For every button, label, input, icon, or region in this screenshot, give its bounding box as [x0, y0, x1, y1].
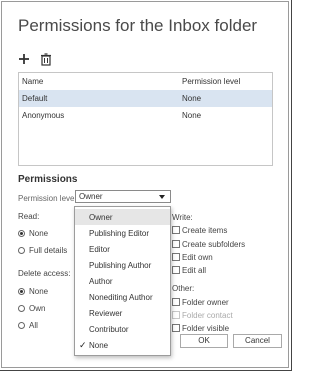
edit-all-checkbox[interactable]: [172, 266, 180, 274]
read-none-label: None: [29, 229, 49, 238]
permission-level-dropdown: Owner Publishing Editor Editor Publishin…: [74, 206, 171, 356]
chevron-down-icon: [159, 195, 165, 199]
menu-item-owner[interactable]: Owner: [75, 209, 170, 225]
plus-icon[interactable]: [17, 52, 31, 66]
row-level: None: [182, 111, 202, 120]
menu-item-nonediting-author[interactable]: Nonediting Author: [75, 289, 170, 305]
delete-access-label: Delete access:: [18, 269, 71, 278]
read-full-details-label: Full details: [29, 246, 68, 255]
menu-item-label: Reviewer: [89, 309, 123, 318]
row-level: None: [182, 94, 202, 103]
dialog-title: Permissions for the Inbox folder: [18, 16, 258, 35]
delete-own-label: Own: [29, 304, 46, 313]
menu-item-label: Author: [89, 277, 113, 286]
read-label: Read:: [18, 212, 40, 221]
menu-item-label: None: [89, 341, 109, 350]
delete-none-label: None: [29, 287, 49, 296]
edit-own-label: Edit own: [182, 253, 213, 262]
folder-visible-checkbox[interactable]: [172, 324, 180, 332]
ok-button[interactable]: OK: [180, 334, 228, 348]
create-subfolders-checkbox[interactable]: [172, 240, 180, 248]
menu-item-label: Contributor: [89, 325, 129, 334]
other-label: Other:: [172, 284, 195, 293]
menu-item-publishing-editor[interactable]: Publishing Editor: [75, 225, 170, 241]
folder-contact-checkbox[interactable]: [172, 311, 180, 319]
edit-all-label: Edit all: [182, 266, 207, 275]
permission-level-label: Permission level:: [18, 194, 79, 203]
menu-item-none[interactable]: ✓ None: [75, 337, 170, 353]
read-full-details-radio[interactable]: [18, 247, 25, 254]
trash-icon[interactable]: [39, 52, 53, 66]
permission-level-value: Owner: [79, 192, 103, 201]
table-header: Name Permission level: [19, 73, 272, 91]
menu-item-author[interactable]: Author: [75, 273, 170, 289]
menu-item-label: Publishing Author: [89, 261, 152, 270]
menu-item-publishing-author[interactable]: Publishing Author: [75, 257, 170, 273]
checkmark-icon: ✓: [79, 340, 87, 350]
menu-item-editor[interactable]: Editor: [75, 241, 170, 257]
menu-item-contributor[interactable]: Contributor: [75, 321, 170, 337]
folder-owner-checkbox[interactable]: [172, 298, 180, 306]
window-edge: [291, 0, 292, 371]
folder-owner-label: Folder owner: [182, 298, 229, 307]
cancel-button[interactable]: Cancel: [233, 334, 282, 348]
menu-item-reviewer[interactable]: Reviewer: [75, 305, 170, 321]
create-items-checkbox[interactable]: [172, 226, 180, 234]
create-items-label: Create items: [182, 226, 228, 235]
edit-own-checkbox[interactable]: [172, 253, 180, 261]
delete-own-radio[interactable]: [18, 305, 25, 312]
write-label: Write:: [172, 213, 193, 222]
folder-contact-label: Folder contact: [182, 311, 233, 320]
permissions-table: Name Permission level Default None Anony…: [18, 72, 273, 166]
folder-visible-label: Folder visible: [182, 324, 230, 333]
column-header-permission-level[interactable]: Permission level: [182, 77, 240, 86]
menu-item-label: Nonediting Author: [89, 293, 153, 302]
row-name: Default: [22, 94, 48, 103]
menu-item-label: Publishing Editor: [89, 229, 150, 238]
table-row[interactable]: Anonymous None: [19, 107, 272, 124]
table-row[interactable]: Default None: [19, 90, 272, 107]
read-none-radio[interactable]: [18, 230, 25, 237]
permission-level-select[interactable]: Owner: [75, 190, 171, 203]
menu-item-label: Owner: [89, 213, 113, 222]
delete-all-label: All: [29, 321, 38, 330]
menu-item-label: Editor: [89, 245, 110, 254]
permissions-heading: Permissions: [18, 174, 78, 185]
row-name: Anonymous: [22, 111, 65, 120]
delete-all-radio[interactable]: [18, 322, 25, 329]
delete-none-radio[interactable]: [18, 288, 25, 295]
create-subfolders-label: Create subfolders: [182, 240, 246, 249]
column-header-name[interactable]: Name: [22, 77, 43, 86]
permissions-dialog: Permissions for the Inbox folder Name Pe…: [1, 1, 289, 368]
